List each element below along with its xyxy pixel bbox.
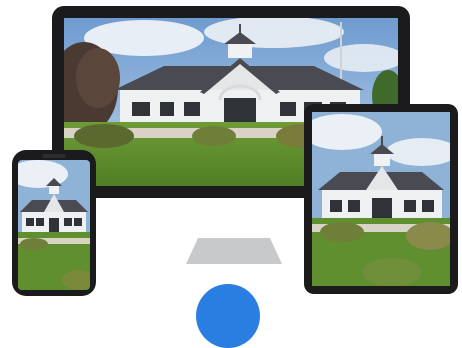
phone-screen <box>18 160 90 290</box>
phone-notch <box>42 154 66 158</box>
phone <box>12 150 96 296</box>
monitor-stand <box>174 238 294 264</box>
building-photo <box>18 160 90 290</box>
blue-circle-icon <box>196 284 260 348</box>
building-photo <box>312 112 450 286</box>
tablet-screen <box>312 112 450 286</box>
tablet <box>304 104 458 294</box>
